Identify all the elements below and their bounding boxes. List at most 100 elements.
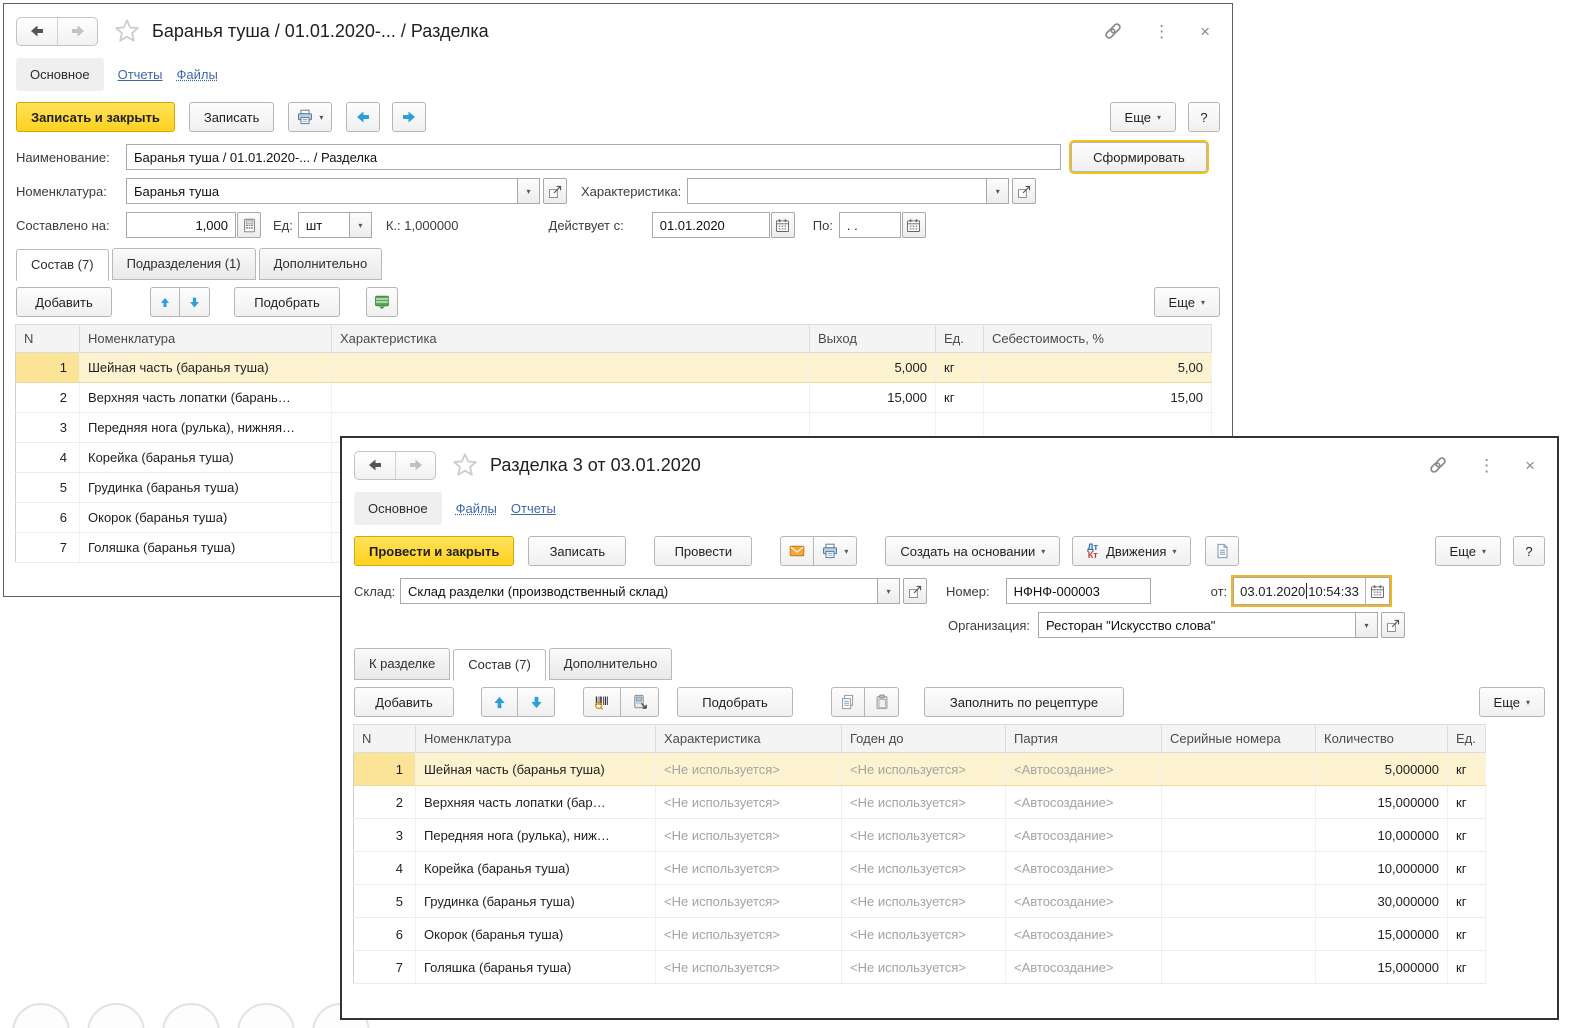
cell-cost[interactable]: 15,00: [984, 383, 1212, 413]
cell-batch[interactable]: <Автосоздание>: [1006, 951, 1162, 984]
copy-link-icon[interactable]: [1103, 21, 1123, 41]
favorite-star-icon[interactable]: [452, 452, 478, 478]
cell-best[interactable]: <Не используется>: [842, 852, 1006, 885]
add-row-button[interactable]: Добавить: [354, 687, 454, 717]
col-cost[interactable]: Себестоимость, %: [984, 325, 1212, 353]
table-row[interactable]: 7Голяшка (баранья туша)<Не используется>…: [354, 951, 1486, 984]
col-output[interactable]: Выход: [810, 325, 936, 353]
cell-qty[interactable]: 15,000000: [1316, 786, 1448, 819]
favorite-star-icon[interactable]: [114, 18, 140, 44]
cell-unit[interactable]: кг: [1448, 819, 1486, 852]
next-item-button[interactable]: [392, 102, 426, 132]
nomenclature-open-button[interactable]: [543, 178, 567, 204]
move-up-button[interactable]: [150, 287, 180, 317]
cell-serial[interactable]: [1162, 885, 1316, 918]
forward-button[interactable]: [395, 452, 435, 479]
col-quantity[interactable]: Количество: [1316, 725, 1448, 753]
close-icon[interactable]: ×: [1200, 23, 1210, 40]
barcode-button[interactable]: [583, 687, 621, 717]
cell-qty[interactable]: 30,000000: [1316, 885, 1448, 918]
save-close-button[interactable]: Записать и закрыть: [16, 102, 175, 132]
tab-composition[interactable]: Состав (7): [453, 649, 546, 681]
fill-by-recipe-button[interactable]: Заполнить по рецептуре: [924, 687, 1124, 717]
close-icon[interactable]: ×: [1525, 457, 1535, 474]
cell-out[interactable]: 15,000: [810, 383, 936, 413]
paste-rows-button[interactable]: [865, 687, 899, 717]
tab-departments[interactable]: Подразделения (1): [112, 248, 256, 280]
cell-cost[interactable]: 5,00: [984, 353, 1212, 383]
cell-char[interactable]: <Не используется>: [656, 852, 842, 885]
forward-button[interactable]: [57, 18, 97, 45]
cell-char[interactable]: [332, 353, 810, 383]
cell-name[interactable]: Окорок (баранья туша): [416, 918, 656, 951]
col-n[interactable]: N: [16, 325, 80, 353]
tab-to-cutting[interactable]: К разделке: [354, 648, 450, 680]
cell-batch[interactable]: <Автосоздание>: [1006, 753, 1162, 786]
cell-unit[interactable]: кг: [1448, 786, 1486, 819]
cell-name[interactable]: Верхняя часть лопатки (бар…: [416, 786, 656, 819]
table-settings-button[interactable]: [366, 287, 398, 317]
cell-unit[interactable]: кг: [1448, 852, 1486, 885]
valid-to-input[interactable]: . .: [839, 212, 901, 238]
cell-char[interactable]: <Не используется>: [656, 918, 842, 951]
cell-name[interactable]: Передняя нога (рулька), ниж…: [416, 819, 656, 852]
organization-input[interactable]: Ресторан "Искусство слова": [1038, 612, 1356, 638]
cell-qty[interactable]: 10,000000: [1316, 819, 1448, 852]
save-button[interactable]: Записать: [528, 536, 626, 566]
cell-n[interactable]: 3: [354, 819, 416, 852]
cell-name[interactable]: Передняя нога (рулька), нижняя…: [80, 413, 332, 443]
save-button[interactable]: Записать: [189, 102, 275, 132]
cell-unit[interactable]: кг: [936, 383, 984, 413]
help-button[interactable]: ?: [1513, 536, 1545, 566]
send-email-button[interactable]: [780, 536, 814, 566]
cell-n[interactable]: 1: [16, 353, 80, 383]
col-n[interactable]: N: [354, 725, 416, 753]
cell-char[interactable]: <Не используется>: [656, 951, 842, 984]
move-down-button[interactable]: [180, 287, 210, 317]
organization-open-button[interactable]: [1381, 612, 1405, 638]
col-best-before[interactable]: Годен до: [842, 725, 1006, 753]
nav-files-link[interactable]: Файлы: [456, 501, 497, 516]
cell-n[interactable]: 5: [354, 885, 416, 918]
document-report-button[interactable]: [1205, 536, 1239, 566]
cell-char[interactable]: <Не используется>: [656, 786, 842, 819]
cell-name[interactable]: Шейная часть (баранья туша): [416, 753, 656, 786]
pick-button[interactable]: Подобрать: [234, 287, 340, 317]
warehouse-dropdown[interactable]: ▾: [878, 578, 900, 604]
col-nomenclature[interactable]: Номенклатура: [416, 725, 656, 753]
organization-dropdown[interactable]: ▾: [1356, 612, 1378, 638]
cell-n[interactable]: 1: [354, 753, 416, 786]
cell-out[interactable]: 5,000: [810, 353, 936, 383]
cell-best[interactable]: <Не используется>: [842, 786, 1006, 819]
tab-additional[interactable]: Дополнительно: [549, 648, 673, 680]
cell-n[interactable]: 2: [16, 383, 80, 413]
cell-batch[interactable]: <Автосоздание>: [1006, 786, 1162, 819]
tab-composition[interactable]: Состав (7): [16, 249, 109, 281]
unit-input[interactable]: шт: [298, 212, 350, 238]
create-based-on-button[interactable]: Создать на основании▾: [885, 536, 1060, 566]
cell-qty[interactable]: 5,000000: [1316, 753, 1448, 786]
cell-name[interactable]: Корейка (баранья туша): [416, 852, 656, 885]
cell-name[interactable]: Верхняя часть лопатки (барань…: [80, 383, 332, 413]
cell-qty[interactable]: 10,000000: [1316, 852, 1448, 885]
table-row[interactable]: 3Передняя нога (рулька), ниж…<Не использ…: [354, 819, 1486, 852]
move-down-button[interactable]: [518, 687, 555, 717]
warehouse-input[interactable]: Склад разделки (производственный склад): [400, 578, 878, 604]
cell-batch[interactable]: <Автосоздание>: [1006, 885, 1162, 918]
valid-from-input[interactable]: 01.01.2020: [652, 212, 770, 238]
table-row[interactable]: 1Шейная часть (баранья туша)5,000кг5,00: [16, 353, 1212, 383]
cell-qty[interactable]: 15,000000: [1316, 951, 1448, 984]
col-characteristic[interactable]: Характеристика: [656, 725, 842, 753]
cell-best[interactable]: <Не используется>: [842, 951, 1006, 984]
cell-n[interactable]: 6: [16, 503, 80, 533]
cell-batch[interactable]: <Автосоздание>: [1006, 852, 1162, 885]
cell-n[interactable]: 7: [354, 951, 416, 984]
col-unit[interactable]: Ед.: [1448, 725, 1486, 753]
cell-name[interactable]: Шейная часть (баранья туша): [80, 353, 332, 383]
prev-item-button[interactable]: [346, 102, 380, 132]
back-button[interactable]: [355, 452, 395, 479]
warehouse-open-button[interactable]: [903, 578, 927, 604]
cell-serial[interactable]: [1162, 852, 1316, 885]
name-input[interactable]: Баранья туша / 01.01.2020-... / Разделка: [126, 144, 1061, 170]
characteristic-open-button[interactable]: [1012, 178, 1036, 204]
